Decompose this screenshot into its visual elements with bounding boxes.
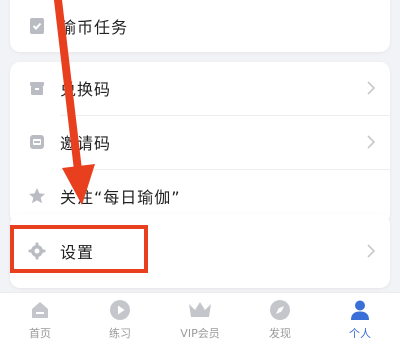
profile-menu-screen: 瑜币任务 兑换码 邀请码 关注“每日瑜伽” 设置 首页 练习 VIP会员 发现 … [0, 0, 400, 345]
chevron-right-icon [364, 241, 378, 261]
settings-item[interactable]: 设置 [10, 225, 390, 277]
play-icon [107, 299, 133, 321]
tab-practice[interactable]: 练习 [80, 293, 160, 345]
chevron-right-icon [364, 78, 378, 98]
chevron-right-icon [364, 132, 378, 152]
compass-icon [267, 299, 293, 321]
settings-label: 设置 [60, 243, 95, 262]
tab-vip-label: VIP会员 [180, 327, 220, 340]
tab-practice-label: 练习 [109, 327, 131, 340]
home-icon [27, 299, 53, 321]
tab-home-label: 首页 [29, 327, 51, 340]
tab-home[interactable]: 首页 [0, 293, 80, 345]
gift-box-icon [26, 77, 48, 99]
coin-tasks-label: 瑜币任务 [60, 18, 129, 37]
tab-discover-label: 发现 [269, 327, 291, 340]
bottom-tab-bar: 首页 练习 VIP会员 发现 个人 [0, 292, 400, 345]
envelope-icon [26, 131, 48, 153]
tab-profile-label: 个人 [349, 327, 371, 340]
redeem-code-item[interactable]: 兑换码 [10, 62, 390, 114]
tab-profile[interactable]: 个人 [320, 293, 400, 345]
menu-card: 兑换码 邀请码 关注“每日瑜伽” [10, 62, 390, 224]
invite-code-label: 邀请码 [60, 134, 112, 153]
follow-label: 关注“每日瑜伽” [60, 188, 181, 207]
coin-tasks-item[interactable]: 瑜币任务 [10, 0, 390, 52]
redeem-code-label: 兑换码 [60, 80, 112, 99]
crown-icon [187, 299, 213, 321]
tab-vip[interactable]: VIP会员 [160, 293, 240, 345]
star-icon [26, 185, 48, 207]
person-icon [347, 299, 373, 321]
tab-discover[interactable]: 发现 [240, 293, 320, 345]
invite-code-item[interactable]: 邀请码 [10, 116, 390, 168]
settings-card: 设置 [10, 214, 390, 288]
gear-icon [26, 240, 48, 262]
checkmark-badge-icon [26, 15, 48, 37]
coin-tasks-card: 瑜币任务 [10, 0, 390, 52]
